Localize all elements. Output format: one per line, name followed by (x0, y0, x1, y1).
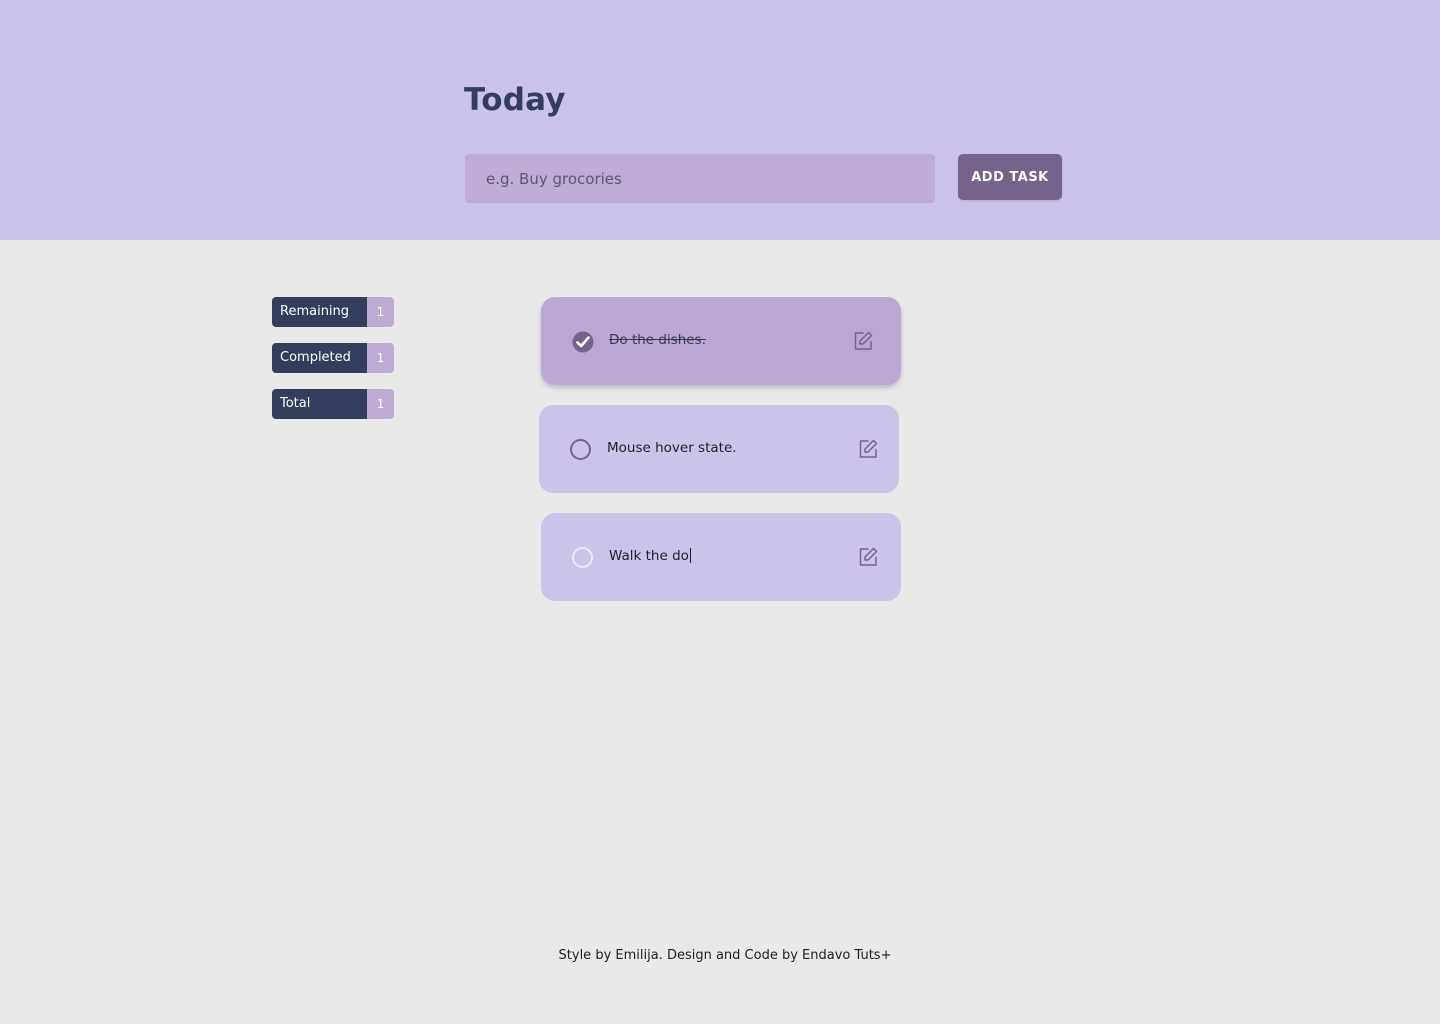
checkbox-unchecked-icon[interactable] (570, 439, 591, 460)
stat-count: 1 (367, 343, 394, 373)
stat-label: Total (272, 389, 367, 419)
stat-total: Total 1 (272, 389, 394, 419)
edit-icon[interactable] (857, 438, 879, 460)
header: Today ADD TASK (0, 0, 1440, 240)
stat-completed: Completed 1 (272, 343, 394, 373)
stat-count: 1 (367, 389, 394, 419)
task-text-editor[interactable]: Walk the do (609, 546, 691, 566)
edit-icon[interactable] (852, 330, 874, 352)
edit-icon[interactable] (857, 546, 879, 568)
task-card[interactable]: Mouse hover state. (539, 405, 899, 493)
task-card[interactable]: Walk the do (541, 513, 901, 601)
page-title: Today (464, 82, 566, 118)
text-caret (689, 548, 691, 563)
task-card[interactable]: Do the dishes. (541, 297, 901, 385)
checkbox-checked-icon[interactable] (572, 331, 594, 353)
checkbox-unchecked-icon[interactable] (572, 547, 593, 568)
stat-count: 1 (367, 297, 394, 327)
task-text: Walk the do (609, 548, 689, 564)
task-text: Do the dishes. (609, 332, 706, 348)
stat-remaining: Remaining 1 (272, 297, 394, 327)
add-task-button[interactable]: ADD TASK (958, 154, 1062, 200)
new-task-input[interactable] (465, 154, 935, 203)
stat-label: Completed (272, 343, 367, 373)
footer-credits: Style by Emilija. Design and Code by End… (558, 948, 892, 963)
stat-label: Remaining (272, 297, 367, 327)
task-text: Mouse hover state. (607, 440, 737, 456)
